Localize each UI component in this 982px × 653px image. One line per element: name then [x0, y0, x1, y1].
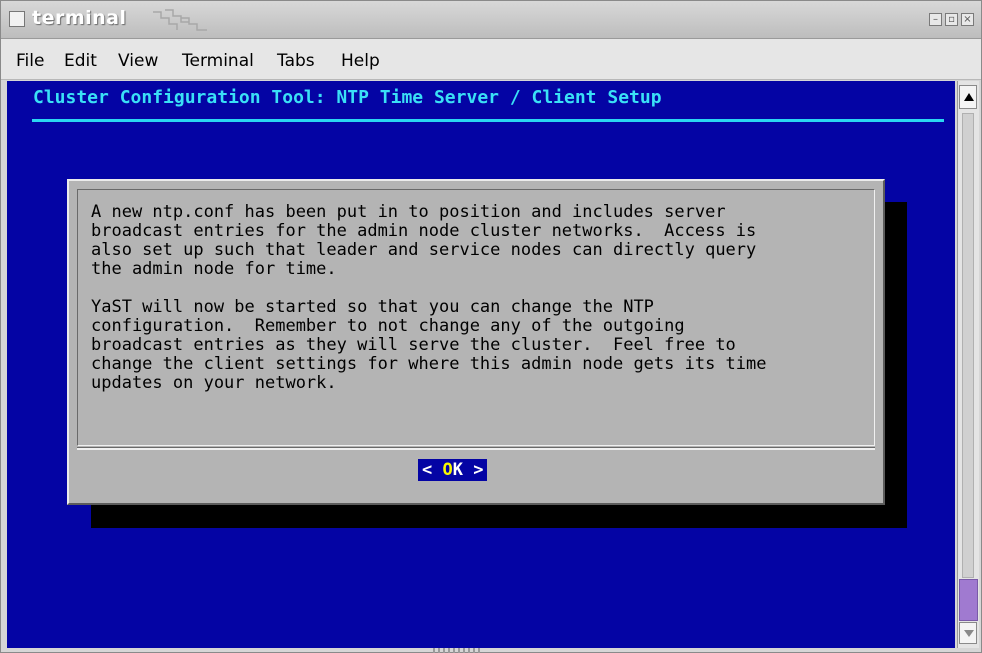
- scroll-up-arrow-icon: [964, 93, 974, 101]
- minimize-icon[interactable]: –: [929, 13, 942, 26]
- ok-button-hotkey: O: [442, 460, 453, 480]
- menu-bar: File Edit View Terminal Tabs Help: [1, 39, 981, 80]
- ok-button[interactable]: < OK >: [418, 459, 488, 481]
- maximize-icon[interactable]: ▫: [945, 13, 958, 26]
- header-divider: [32, 119, 944, 122]
- ok-button-right: K >: [452, 460, 484, 480]
- terminal-window: terminal – ▫ × File Edit View Terminal T…: [0, 0, 982, 653]
- menu-terminal[interactable]: Terminal: [182, 51, 254, 71]
- scroll-down-button[interactable]: [959, 622, 977, 644]
- scroll-down-arrow-icon: [964, 630, 974, 637]
- dialog-message: A new ntp.conf has been put in to positi…: [91, 202, 767, 393]
- menu-view[interactable]: View: [118, 51, 158, 71]
- dialog-divider: [77, 447, 875, 450]
- terminal-screen[interactable]: Cluster Configuration Tool: NTP Time Ser…: [7, 81, 955, 648]
- menu-tabs[interactable]: Tabs: [277, 51, 315, 71]
- resize-grip[interactable]: [433, 648, 483, 653]
- menu-help[interactable]: Help: [341, 51, 380, 71]
- scroll-thumb[interactable]: [959, 579, 978, 621]
- scroll-track[interactable]: [962, 113, 974, 578]
- title-bar[interactable]: terminal – ▫ ×: [1, 1, 981, 39]
- window-menu-icon[interactable]: [9, 11, 25, 27]
- vertical-scrollbar[interactable]: [957, 81, 979, 648]
- scroll-up-button[interactable]: [959, 85, 977, 109]
- message-dialog: A new ntp.conf has been put in to positi…: [67, 179, 885, 505]
- ok-button-left: <: [422, 460, 443, 480]
- tool-header: Cluster Configuration Tool: NTP Time Ser…: [33, 87, 662, 108]
- window-title: terminal: [32, 7, 127, 29]
- close-icon[interactable]: ×: [961, 13, 974, 26]
- title-decoration-icon: [153, 9, 207, 31]
- menu-file[interactable]: File: [16, 51, 44, 71]
- menu-edit[interactable]: Edit: [64, 51, 97, 71]
